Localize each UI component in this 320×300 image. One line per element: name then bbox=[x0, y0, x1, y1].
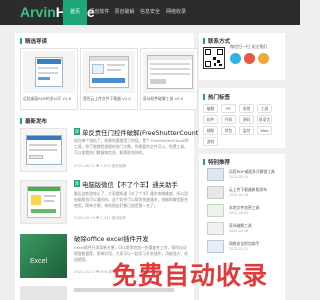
top-nav-bar: ArvinHome 首页 原创软件 原创破解 信息安全 网络收录 bbox=[0, 0, 300, 25]
tag-3[interactable]: 工具 bbox=[257, 104, 272, 113]
post-thumb-2[interactable] bbox=[20, 180, 67, 224]
recommend-item-date-1: 2022-05-10 bbox=[229, 175, 249, 179]
qr-hint-text: 微信扫一扫 关注我们 bbox=[230, 44, 268, 49]
post-meta-1: 2021-06-21 ♥ 1,023 原创破解 bbox=[74, 164, 127, 168]
nav-original-software[interactable]: 原创软件 bbox=[87, 0, 112, 25]
recommend-thumb-2[interactable] bbox=[207, 186, 224, 199]
post-title-2[interactable]: 电脑版微信【不了个羊】通关助手 bbox=[82, 180, 178, 189]
recommend-title: 特别推荐 bbox=[203, 158, 230, 166]
recommend-item-date-5: 2022-02-27 bbox=[229, 247, 249, 251]
latest-title: 最新发布 bbox=[20, 117, 47, 125]
nav-infosec[interactable]: 信息安全 bbox=[137, 0, 163, 25]
featured-card-2[interactable]: 宽恒云上传文件下载器 V2.0 bbox=[80, 48, 138, 110]
recommend-badge-1: 荐 bbox=[74, 128, 80, 135]
rss-icon[interactable] bbox=[258, 53, 269, 64]
tag-7[interactable]: 易语言 bbox=[257, 115, 272, 124]
featured-card-1[interactable]: 远程桌面RDP的多公开 V1.6 bbox=[20, 48, 78, 110]
qr-code-image bbox=[203, 47, 225, 69]
weibo-icon[interactable] bbox=[244, 53, 255, 64]
featured-title: 精选导读 bbox=[20, 37, 47, 45]
post-title-3[interactable]: 破除office excel插件开发 bbox=[74, 234, 149, 243]
tag-5[interactable]: 代码 bbox=[221, 115, 236, 124]
tag-1[interactable]: PE bbox=[221, 104, 236, 113]
nav-web-index[interactable]: 网络收录 bbox=[163, 0, 189, 25]
recommend-thumb-4[interactable] bbox=[207, 222, 224, 235]
recommend-thumb-1[interactable] bbox=[207, 168, 224, 181]
featured-caption-2: 宽恒云上传文件下载器 V2.0 bbox=[83, 96, 131, 101]
post-title-1[interactable]: 单反责任门控件破解(FreeShutterCount) bbox=[82, 128, 201, 137]
recommend-thumb-5[interactable] bbox=[207, 240, 224, 253]
logo-brand: Arvin bbox=[20, 4, 56, 20]
tag-12[interactable]: 游戏 bbox=[203, 137, 218, 146]
tag-4[interactable]: 软件 bbox=[203, 115, 218, 124]
tag-10[interactable]: 监控 bbox=[239, 126, 254, 135]
post-thumb-4[interactable] bbox=[20, 286, 67, 300]
excel-word-icon: Excel bbox=[30, 258, 48, 265]
recommend-thumb-3[interactable] bbox=[207, 204, 224, 217]
post-excerpt-2: 最近这款游戏火了，大家都知道【羊了个羊】通关攻略难度，所以用电脑版也可以通关的，… bbox=[74, 191, 188, 208]
recommend-item-date-2: 2022-04-28 bbox=[229, 193, 249, 197]
recommend-item-date-4: 2022-03-18 bbox=[229, 229, 249, 233]
tags-title: 热门标签 bbox=[203, 93, 230, 101]
contact-title: 联系方式 bbox=[203, 37, 230, 45]
nav-home[interactable]: 首页 bbox=[63, 0, 87, 25]
recommend-item-date-3: 2022-04-02 bbox=[229, 211, 249, 215]
post-meta-2: 2022-09-19 ♥ 2,341 原创软件 bbox=[74, 216, 127, 220]
nav-original-crack[interactable]: 原创破解 bbox=[112, 0, 137, 25]
tag-11[interactable]: Web bbox=[257, 126, 272, 135]
post-thumb-3[interactable]: Excel bbox=[20, 234, 67, 278]
tag-2[interactable]: 系统 bbox=[239, 104, 254, 113]
featured-caption-3: 豪冰软件破解工具 V3.0 bbox=[143, 96, 184, 101]
featured-thumb-1 bbox=[23, 51, 75, 93]
tag-9[interactable]: 抓包 bbox=[221, 126, 236, 135]
post-excerpt-1: 现在单个相机了，如果你要使用了的话。是个 FreeShutterCount的工具… bbox=[74, 138, 189, 155]
tag-6[interactable]: 源码 bbox=[239, 115, 254, 124]
watermark-text: 免费自动收录 bbox=[112, 261, 269, 290]
post-thumb-1[interactable] bbox=[20, 128, 67, 172]
tag-8[interactable]: 辅助 bbox=[203, 126, 218, 135]
qq-icon[interactable] bbox=[230, 53, 241, 64]
tag-0[interactable]: 破解 bbox=[203, 104, 218, 113]
featured-thumb-3 bbox=[143, 51, 195, 93]
featured-caption-1: 远程桌面RDP的多公开 V1.6 bbox=[23, 96, 72, 101]
featured-thumb-2 bbox=[83, 51, 135, 93]
featured-card-3[interactable]: 豪冰软件破解工具 V3.0 bbox=[140, 48, 198, 110]
recommend-badge-2: 荐 bbox=[74, 180, 80, 187]
